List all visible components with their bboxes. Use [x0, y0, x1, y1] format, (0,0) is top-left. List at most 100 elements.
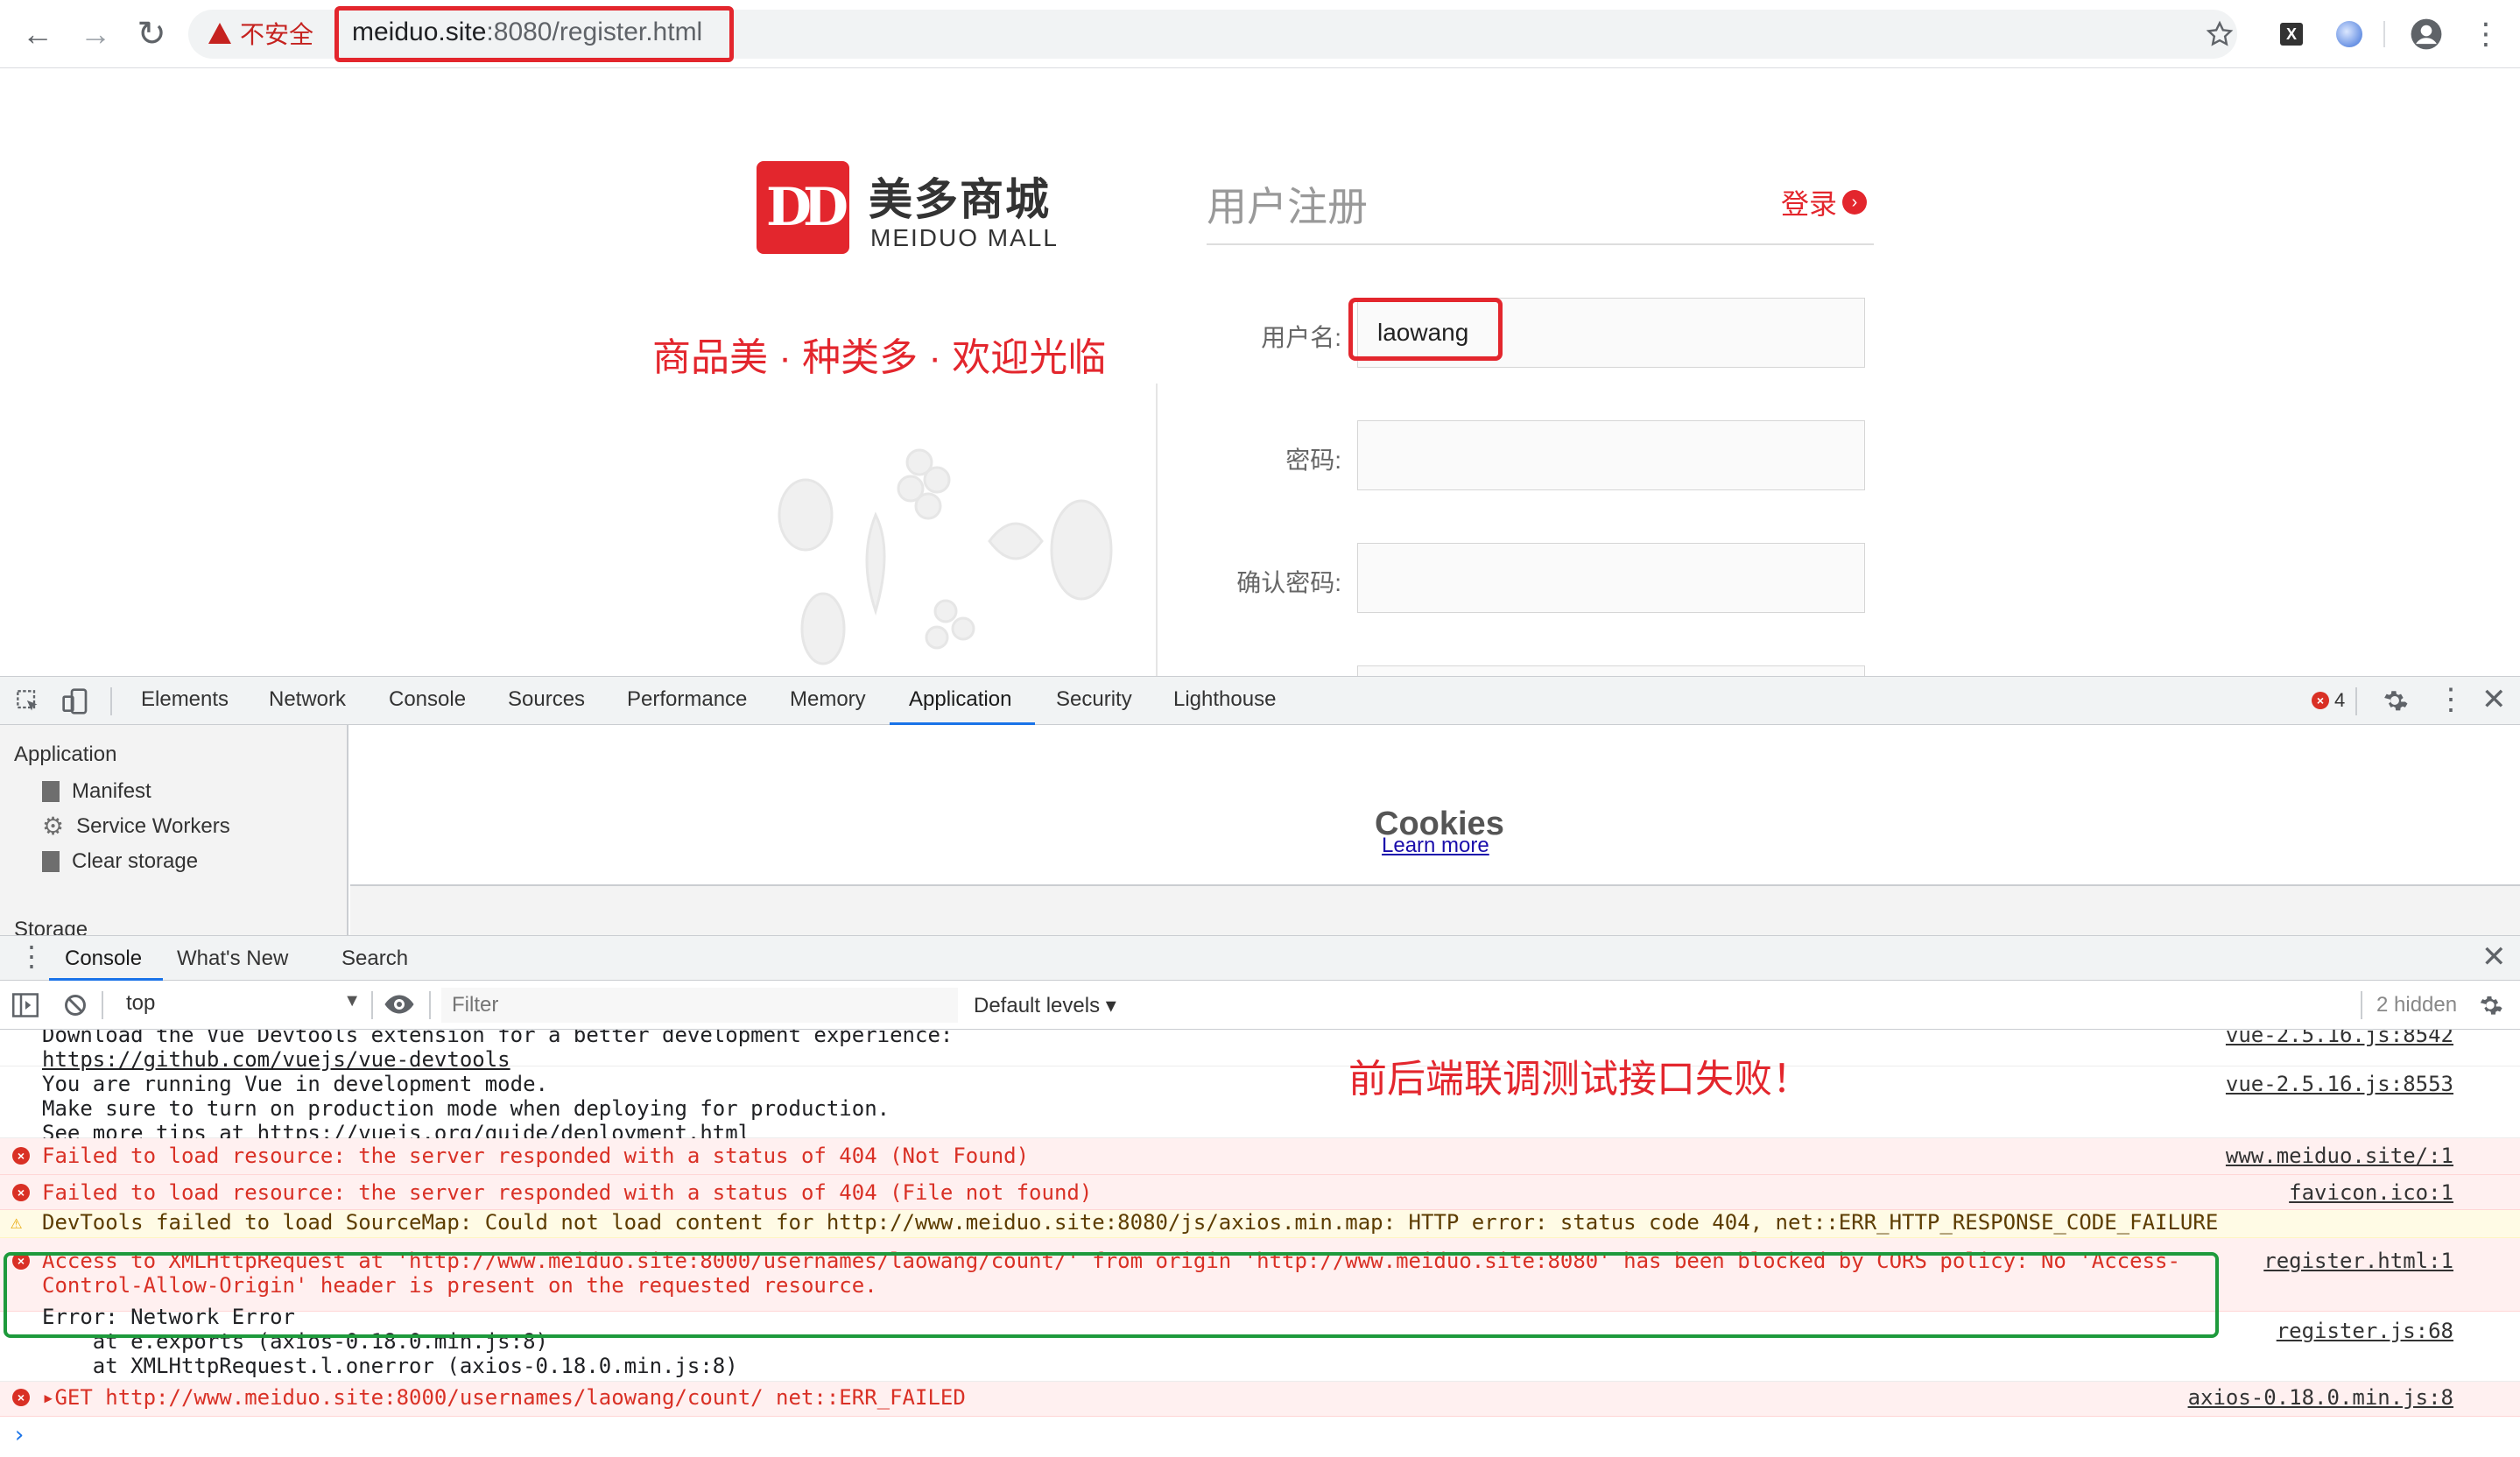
tab-elements[interactable]: Elements: [141, 687, 229, 712]
page-viewport: DD 美多商城 MEIDUO MALL 商品美 · 种类多 · 欢迎光临 用户注…: [0, 68, 2520, 676]
drawer-tab-search[interactable]: Search: [341, 947, 408, 971]
application-pane-footer: [350, 884, 2520, 935]
console-toolbar: top ▼ Default levels ▾ 2 hidden: [0, 981, 2520, 1030]
tab-console[interactable]: Console: [389, 687, 466, 712]
close-drawer-icon[interactable]: ✕: [2481, 940, 2507, 975]
confirm-password-input[interactable]: [1357, 543, 1865, 613]
next-field-input[interactable]: [1357, 665, 1865, 676]
more-options-icon[interactable]: ⋮: [2436, 682, 2466, 717]
login-link-label: 登录: [1781, 188, 1838, 220]
tab-performance[interactable]: Performance: [627, 687, 747, 712]
message-source-link[interactable]: vue-2.5.16.js:8542: [2226, 1030, 2453, 1047]
drawer-tab-console[interactable]: Console: [65, 947, 142, 971]
menu-dots-icon[interactable]: ⋮: [2469, 18, 2502, 51]
message-line: Make sure to turn on production mode whe…: [42, 1096, 890, 1121]
back-icon[interactable]: ←: [16, 12, 60, 56]
learn-more-link[interactable]: Learn more: [1382, 834, 1489, 858]
password-input[interactable]: [1357, 420, 1865, 490]
error-icon: ×: [12, 1184, 30, 1201]
message-source-link[interactable]: www.meiduo.site/:1: [2226, 1144, 2453, 1168]
filter-input[interactable]: [441, 988, 958, 1023]
star-icon[interactable]: [2203, 18, 2236, 51]
sidebar-item-label: Service Workers: [76, 814, 230, 838]
toolbar-separator: [371, 991, 373, 1019]
drawer-tab-whats-new[interactable]: What's New: [177, 947, 288, 971]
message-line[interactable]: ▸GET http://www.meiduo.site:8000/usernam…: [42, 1385, 966, 1410]
devtools-tabbar: Elements Network Console Sources Perform…: [0, 676, 2520, 726]
error-icon: ×: [12, 1147, 30, 1165]
storage-heading: Storage: [14, 918, 88, 935]
warning-icon: [208, 23, 231, 44]
annotation-text: 前后端联调测试接口失败！: [1348, 1058, 1811, 1101]
tab-separator: [110, 687, 112, 715]
title-divider: [1207, 243, 1874, 245]
decorative-food-illustration: [778, 448, 1113, 665]
toolbar-separator: [429, 991, 431, 1019]
forward-icon[interactable]: →: [74, 12, 117, 56]
tab-security[interactable]: Security: [1056, 687, 1132, 712]
console-warning-message: ⚠ DevTools failed to load SourceMap: Cou…: [0, 1210, 2520, 1238]
inspect-element-icon[interactable]: [16, 689, 40, 718]
security-indicator[interactable]: 不安全: [208, 16, 313, 51]
tab-sources[interactable]: Sources: [508, 687, 585, 712]
username-highlight-box: [1348, 298, 1503, 361]
toolbar-separator: [2361, 991, 2362, 1019]
log-levels-dropdown[interactable]: Default levels ▾: [974, 993, 1116, 1018]
message-source-link[interactable]: register.html:1: [2263, 1249, 2453, 1273]
security-label: 不安全: [240, 21, 314, 48]
error-icon: ×: [2312, 692, 2329, 709]
context-select[interactable]: top ▼: [114, 989, 361, 1021]
console-settings-gear-icon[interactable]: [2476, 991, 2504, 1024]
tab-application[interactable]: Application: [909, 687, 1011, 712]
console-message: Download the Vue Devtools extension for …: [0, 1030, 2520, 1072]
cors-error-highlight-box: [4, 1252, 2219, 1338]
tab-network[interactable]: Network: [269, 687, 346, 712]
warning-icon: ⚠: [11, 1212, 23, 1234]
sidebar-toggle-icon[interactable]: [12, 993, 39, 1022]
browser-toolbar: ← → ↻ 不安全 meiduo.site:8080/register.html…: [0, 0, 2520, 68]
arrow-right-icon: ›: [1842, 190, 1868, 215]
error-count: 4: [2334, 689, 2346, 711]
password-label: 密码:: [1285, 447, 1341, 474]
register-title: 用户注册: [1207, 184, 1368, 229]
tab-lighthouse[interactable]: Lighthouse: [1173, 687, 1276, 712]
gear-icon: ⚙: [42, 813, 65, 840]
message-line: Download the Vue Devtools extension for …: [42, 1030, 954, 1047]
live-expression-eye-icon[interactable]: [384, 991, 415, 1022]
toolbar-separator: [102, 991, 103, 1019]
message-line: DevTools failed to load SourceMap: Could…: [42, 1210, 2219, 1235]
hidden-count: 2 hidden: [2376, 993, 2458, 1017]
message-line: Failed to load resource: the server resp…: [42, 1144, 1030, 1168]
message-source-link[interactable]: favicon.ico:1: [2289, 1180, 2453, 1205]
settings-gear-icon[interactable]: [2380, 686, 2410, 720]
application-heading: Application: [14, 743, 117, 766]
clear-console-icon[interactable]: [63, 993, 88, 1022]
profile-icon[interactable]: [2410, 18, 2443, 51]
message-source-link[interactable]: vue-2.5.16.js:8553: [2226, 1072, 2453, 1096]
reload-icon[interactable]: ↻: [130, 12, 173, 56]
message-line: at XMLHttpRequest.l.onerror (axios-0.18.…: [42, 1354, 738, 1378]
sidebar-item-manifest[interactable]: Manifest: [42, 779, 151, 804]
device-toolbar-icon[interactable]: [61, 687, 89, 720]
logo-subtitle: MEIDUO MALL: [870, 224, 1059, 251]
error-count-badge[interactable]: × 4: [2312, 689, 2345, 712]
extension-x-icon[interactable]: X: [2275, 18, 2308, 51]
logo-title: 美多商城: [869, 175, 1051, 224]
message-source-link[interactable]: register.js:68: [2277, 1319, 2453, 1343]
toolbar-separator: [2383, 21, 2385, 47]
drawer-tabbar: ⋮ Console What's New Search ✕: [0, 935, 2520, 982]
error-icon: ×: [12, 1389, 30, 1406]
message-line: You are running Vue in development mode.: [42, 1072, 548, 1096]
message-source-link[interactable]: axios-0.18.0.min.js:8: [2188, 1385, 2453, 1410]
sidebar-item-service-workers[interactable]: ⚙ Service Workers: [42, 814, 230, 839]
sidebar-item-clear-storage[interactable]: Clear storage: [42, 849, 198, 874]
close-devtools-icon[interactable]: ✕: [2481, 682, 2507, 717]
console-error-message: × Failed to load resource: the server re…: [0, 1175, 2520, 1210]
login-link[interactable]: 登录 ›: [1781, 182, 1868, 222]
sidebar-item-label: Clear storage: [72, 849, 199, 873]
url-highlight-box: [334, 6, 734, 62]
tab-memory[interactable]: Memory: [790, 687, 866, 712]
drawer-menu-icon[interactable]: ⋮: [18, 940, 46, 973]
extension-circle-icon[interactable]: [2333, 18, 2366, 51]
console-prompt-icon[interactable]: ›: [12, 1422, 26, 1448]
